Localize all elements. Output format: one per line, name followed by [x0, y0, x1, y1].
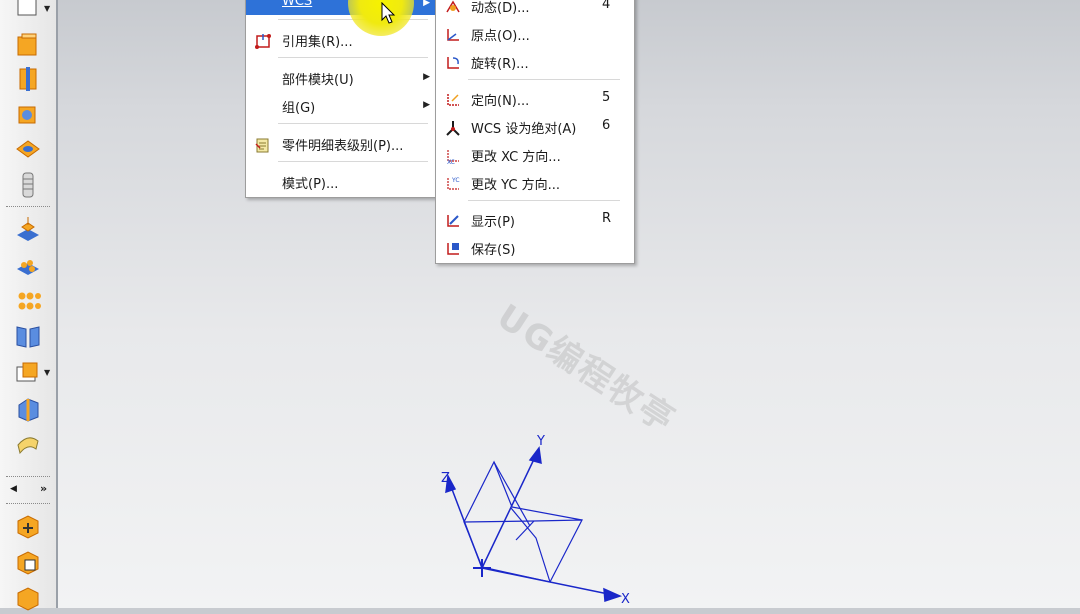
z-axis-label: Z: [441, 471, 450, 486]
menu-item-wcs-origin[interactable]: 原点(O)...: [436, 21, 634, 47]
wcs-origin-icon: [447, 29, 459, 41]
scroll-left-icon[interactable]: ◀: [10, 484, 17, 494]
menu-item-wcs-dynamic[interactable]: 动态(D)... 4: [436, 0, 634, 19]
menu-item-label: 模式(P)...: [282, 177, 339, 192]
component-array-icon[interactable]: [12, 584, 44, 614]
menu-item-label: 旋转(R)...: [471, 57, 529, 72]
menu-item-wcs-orient[interactable]: 定向(N)... 5: [436, 86, 634, 112]
add-component-icon[interactable]: [12, 512, 44, 542]
submenu-arrow-icon: ▶: [423, 100, 430, 110]
menu-item-label: 显示(P): [471, 215, 515, 230]
menu-item-parts-list-level[interactable]: 零件明细表级别(P)...: [246, 131, 436, 157]
new-component-icon[interactable]: [12, 548, 44, 578]
menu-item-label: 更改 XC 方向...: [471, 150, 561, 165]
toolbar-divider: [6, 503, 50, 504]
menu-separator: [278, 57, 428, 58]
menu-item-label: 定向(N)...: [471, 94, 530, 109]
menu-item-wcs-rotate[interactable]: 旋转(R)...: [436, 49, 634, 75]
change-yc-icon: YC: [447, 177, 460, 190]
hole-icon[interactable]: [12, 134, 44, 164]
mouse-cursor-icon: [381, 2, 396, 24]
shell-icon[interactable]: [12, 430, 44, 460]
wcs-orient-icon: [447, 94, 459, 106]
menu-item-group[interactable]: 组(G) ▶: [246, 93, 436, 119]
new-sheet-icon[interactable]: [12, 0, 44, 22]
emboss-icon[interactable]: [12, 214, 44, 244]
menu-separator: [278, 123, 428, 124]
menu-item-wcs-save[interactable]: 保存(S): [436, 235, 634, 261]
parts-list-icon: [255, 138, 269, 153]
menu-separator: [468, 200, 620, 201]
menu-separator: [468, 79, 620, 80]
expand-toolbar-icon[interactable]: »: [40, 482, 47, 495]
menu-item-label: 引用集(R)...: [282, 35, 353, 50]
toolbar-divider: [6, 206, 50, 207]
wcs-absolute-icon: [446, 121, 460, 136]
menu-item-shortcut: 6: [602, 118, 611, 133]
menu-item-wcs-absolute[interactable]: WCS 设为绝对(A) 6: [436, 114, 634, 140]
thread-icon[interactable]: [12, 170, 44, 200]
submenu-arrow-icon: ▶: [423, 0, 430, 8]
submenu-arrow-icon: ▶: [423, 72, 430, 82]
wcs-display-icon: [447, 215, 459, 227]
menu-item-label: 组(G): [282, 101, 316, 116]
extrude-icon[interactable]: [12, 30, 44, 60]
wcs-save-icon: [447, 243, 459, 255]
reference-set-icon: [255, 34, 271, 49]
menu-item-reference-set[interactable]: 引用集(R)...: [246, 27, 436, 53]
x-axis-label: X: [621, 592, 630, 607]
menu-item-mode[interactable]: 模式(P)...: [246, 169, 436, 195]
menu-item-change-xc[interactable]: XC 更改 XC 方向...: [436, 142, 634, 168]
svg-text:XC: XC: [447, 159, 455, 165]
revolve-icon[interactable]: [12, 64, 44, 94]
chamfer-icon[interactable]: [12, 394, 44, 424]
menu-item-label: WCS 设为绝对(A): [471, 122, 577, 137]
menu-item-shortcut: R: [602, 211, 612, 226]
menu-item-shortcut: 5: [602, 90, 611, 105]
menu-item-label: 零件明细表级别(P)...: [282, 139, 404, 154]
menu-item-label: 保存(S): [471, 243, 516, 258]
pattern-feature-icon[interactable]: [12, 250, 44, 280]
svg-text:YC: YC: [451, 177, 460, 184]
edge-blend-icon[interactable]: [12, 358, 44, 388]
menu-item-label: 更改 YC 方向...: [471, 178, 560, 193]
menu-separator: [278, 161, 428, 162]
wcs-dynamic-icon: [446, 0, 460, 13]
y-axis-label: Y: [536, 434, 545, 449]
dropdown-arrow-icon[interactable]: ▼: [44, 368, 50, 377]
menu-item-part-module[interactable]: 部件模块(U) ▶: [246, 65, 436, 91]
menu-item-label: 部件模块(U): [282, 73, 354, 88]
dropdown-arrow-icon[interactable]: ▼: [44, 4, 50, 13]
format-menu: WCS ▶ 引用集(R)... 部件模块(U) ▶ 组(G) ▶ 零件明细表级别…: [245, 0, 437, 198]
toolbar-divider: [6, 476, 50, 477]
change-xc-icon: XC: [447, 150, 459, 165]
left-toolbar: ▼ ▼ ◀ »: [0, 0, 58, 611]
menu-item-change-yc[interactable]: YC 更改 YC 方向...: [436, 170, 634, 196]
wcs-submenu: 动态(D)... 4 原点(O)... 旋转(R)... 定向(N)... 5 …: [435, 0, 635, 264]
menu-item-shortcut: 4: [602, 0, 611, 12]
menu-item-label: WCS: [282, 0, 313, 9]
menu-item-label: 原点(O)...: [471, 29, 530, 44]
block-icon[interactable]: [12, 98, 44, 128]
menu-item-label: 动态(D)...: [471, 1, 530, 16]
array-icon[interactable]: [12, 286, 44, 316]
mirror-icon[interactable]: [12, 322, 44, 352]
menu-item-wcs-display[interactable]: 显示(P) R: [436, 207, 634, 233]
wcs-rotate-icon: [447, 57, 459, 69]
